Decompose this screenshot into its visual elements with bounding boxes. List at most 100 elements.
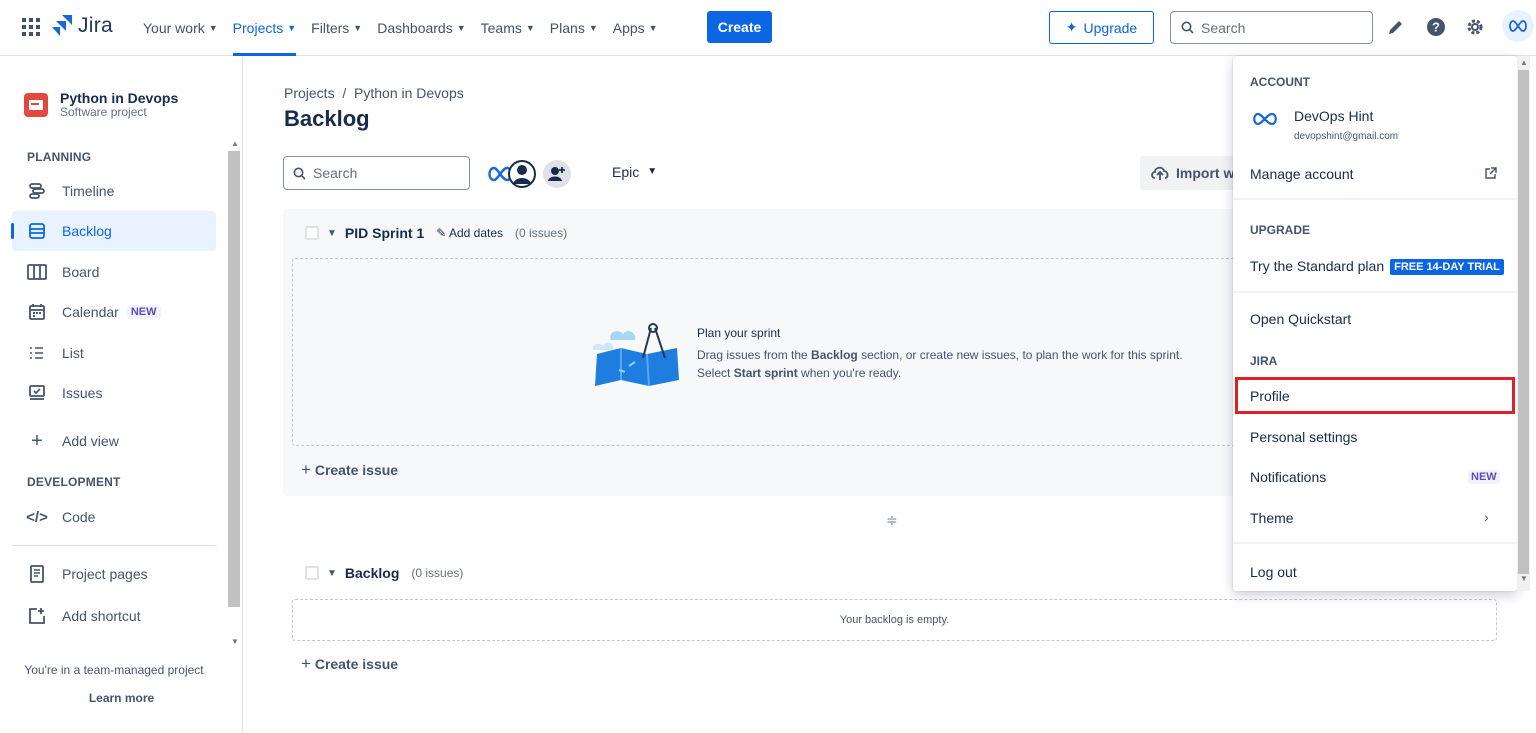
user-avatar-icon[interactable] <box>508 157 536 191</box>
theme-item[interactable]: Theme <box>1250 510 1294 526</box>
dropdown-divider <box>1233 198 1517 200</box>
notifications-new-badge: NEW <box>1468 470 1500 484</box>
chevron-down-icon: ▼ <box>525 23 535 33</box>
nav-teams[interactable]: Teams ▼ <box>481 0 535 56</box>
assignee-avatars <box>486 157 572 191</box>
backlog-header: ▼ Backlog (0 issues) <box>305 565 463 581</box>
open-quickstart-item[interactable]: Open Quickstart <box>1250 311 1351 327</box>
sprint-issue-count: (0 issues) <box>515 226 568 240</box>
backlog-empty-zone[interactable]: Your backlog is empty. <box>292 599 1497 641</box>
learn-more-link[interactable]: Learn more <box>0 691 243 705</box>
chevron-down-icon: ▼ <box>353 23 363 33</box>
jira-heading: JIRA <box>1250 354 1278 368</box>
nav-plans[interactable]: Plans ▼ <box>550 0 598 56</box>
nav-filters[interactable]: Filters ▼ <box>311 0 362 56</box>
sidebar-item-add-shortcut[interactable]: Add shortcut <box>12 596 216 636</box>
sidebar-item-issues[interactable]: Issues <box>12 373 216 413</box>
chevron-right-icon: › <box>1484 509 1489 525</box>
sidebar-item-calendar[interactable]: Calendar NEW <box>12 292 216 332</box>
external-link-icon <box>1485 167 1497 179</box>
sidebar-item-code[interactable]: </> Code <box>12 497 216 537</box>
account-heading: ACCOUNT <box>1250 75 1310 89</box>
search-icon <box>293 167 306 180</box>
plan-sprint-title: Plan your sprint <box>697 326 781 340</box>
sprint-create-issue-button[interactable]: + Create issue <box>301 460 398 480</box>
backlog-name[interactable]: Backlog <box>345 565 399 581</box>
log-out-item[interactable]: Log out <box>1250 564 1297 580</box>
nav-projects[interactable]: Projects ▼ <box>232 0 296 56</box>
notifications-item[interactable]: Notifications <box>1250 469 1326 485</box>
plus-icon: + <box>31 429 43 452</box>
main-nav: Your work ▼ Projects ▼ Filters ▼ Dashboards… <box>143 0 673 56</box>
search-icon <box>1181 21 1194 34</box>
top-navigation: Jira Your work ▼ Projects ▼ Filters ▼ Dashb… <box>0 0 1536 56</box>
development-heading: DEVELOPMENT <box>27 475 121 489</box>
chevron-down-icon[interactable]: ▼ <box>327 228 337 239</box>
add-people-icon[interactable] <box>542 159 572 189</box>
settings-gear-icon[interactable] <box>1464 16 1486 38</box>
jira-logo-icon <box>52 15 72 36</box>
sidebar-item-backlog[interactable]: Backlog <box>11 211 216 251</box>
sidebar-divider <box>12 545 217 546</box>
pencil-icon: ✎ <box>436 226 447 240</box>
backlog-checkbox[interactable] <box>305 566 319 580</box>
board-icon <box>26 261 48 283</box>
chevron-down-icon: ▼ <box>456 23 466 33</box>
upgrade-button[interactable]: ✦ Upgrade <box>1049 11 1154 44</box>
project-type: Software project <box>60 105 147 119</box>
nav-dashboards[interactable]: Dashboards ▼ <box>377 0 465 56</box>
upgrade-heading: UPGRADE <box>1250 223 1311 237</box>
create-button[interactable]: Create <box>707 11 772 43</box>
sidebar-item-timeline[interactable]: Timeline <box>12 171 216 211</box>
top-search-input[interactable]: Search <box>1170 11 1373 44</box>
account-user-email: devopshint@gmail.com <box>1294 131 1399 142</box>
cloud-upload-icon <box>1151 166 1169 180</box>
sprint-name[interactable]: PID Sprint 1 <box>345 225 424 241</box>
profile-avatar-button[interactable] <box>1502 10 1534 42</box>
sidebar-item-board[interactable]: Board <box>12 252 216 292</box>
jira-logo[interactable]: Jira <box>52 14 113 38</box>
profile-highlight-box <box>1235 377 1515 414</box>
sidebar-item-add-view[interactable]: + Add view <box>12 421 216 461</box>
chevron-down-icon: ▼ <box>647 166 658 177</box>
sprint-header: ▼ PID Sprint 1 ✎ Add dates (0 issues) <box>305 225 567 241</box>
new-badge: NEW <box>126 305 161 319</box>
app-switcher-icon[interactable] <box>22 18 40 36</box>
nav-apps[interactable]: Apps ▼ <box>613 0 658 56</box>
sidebar-scrollbar[interactable]: ▲ ▼ <box>228 137 241 649</box>
sidebar-item-project-pages[interactable]: Project pages <box>12 554 216 594</box>
chevron-down-icon[interactable]: ▼ <box>327 568 337 579</box>
backlog-search-input[interactable]: Search <box>283 156 470 190</box>
notifications-icon[interactable] <box>1385 16 1407 38</box>
chevron-down-icon: ▼ <box>208 23 218 33</box>
manage-account-item[interactable]: Manage account <box>1250 166 1354 182</box>
personal-settings-item[interactable]: Personal settings <box>1250 429 1357 445</box>
dropdown-scrollbar[interactable]: ▲ ▼ <box>1517 56 1530 591</box>
list-icon <box>26 342 48 364</box>
plan-sprint-illustration <box>592 323 679 387</box>
sparkle-icon: ✦ <box>1065 19 1078 35</box>
epic-filter-dropdown[interactable]: Epic ▼ <box>612 164 657 180</box>
dropdown-divider <box>1233 291 1517 293</box>
timeline-icon <box>26 180 48 202</box>
help-icon[interactable]: ? <box>1425 16 1447 38</box>
sidebar-item-list[interactable]: List <box>12 333 216 373</box>
plus-icon: + <box>301 654 311 673</box>
breadcrumb[interactable]: Projects / Python in Devops <box>284 85 464 101</box>
backlog-create-issue-button[interactable]: + Create issue <box>301 654 398 674</box>
resize-handle-icon[interactable]: ≑ <box>886 512 898 529</box>
plus-icon: + <box>301 460 311 479</box>
infinity-avatar-icon <box>1509 20 1527 32</box>
try-standard-plan-item[interactable]: Try the Standard plan FREE 14-DAY TRIAL <box>1250 258 1504 275</box>
nav-your-work[interactable]: Your work ▼ <box>143 0 218 56</box>
code-icon: </> <box>26 508 48 526</box>
sprint-checkbox[interactable] <box>305 226 319 240</box>
infinity-avatar-icon <box>1253 112 1277 126</box>
sidebar: Python in Devops Software project PLANNI… <box>0 57 243 733</box>
import-work-button[interactable]: Import w <box>1140 156 1240 190</box>
backlog-issue-count: (0 issues) <box>411 566 464 580</box>
page-title: Backlog <box>284 106 370 131</box>
project-header[interactable]: Python in Devops Software project <box>24 90 178 119</box>
add-dates-button[interactable]: ✎ Add dates <box>436 226 503 240</box>
add-shortcut-icon <box>26 605 48 627</box>
